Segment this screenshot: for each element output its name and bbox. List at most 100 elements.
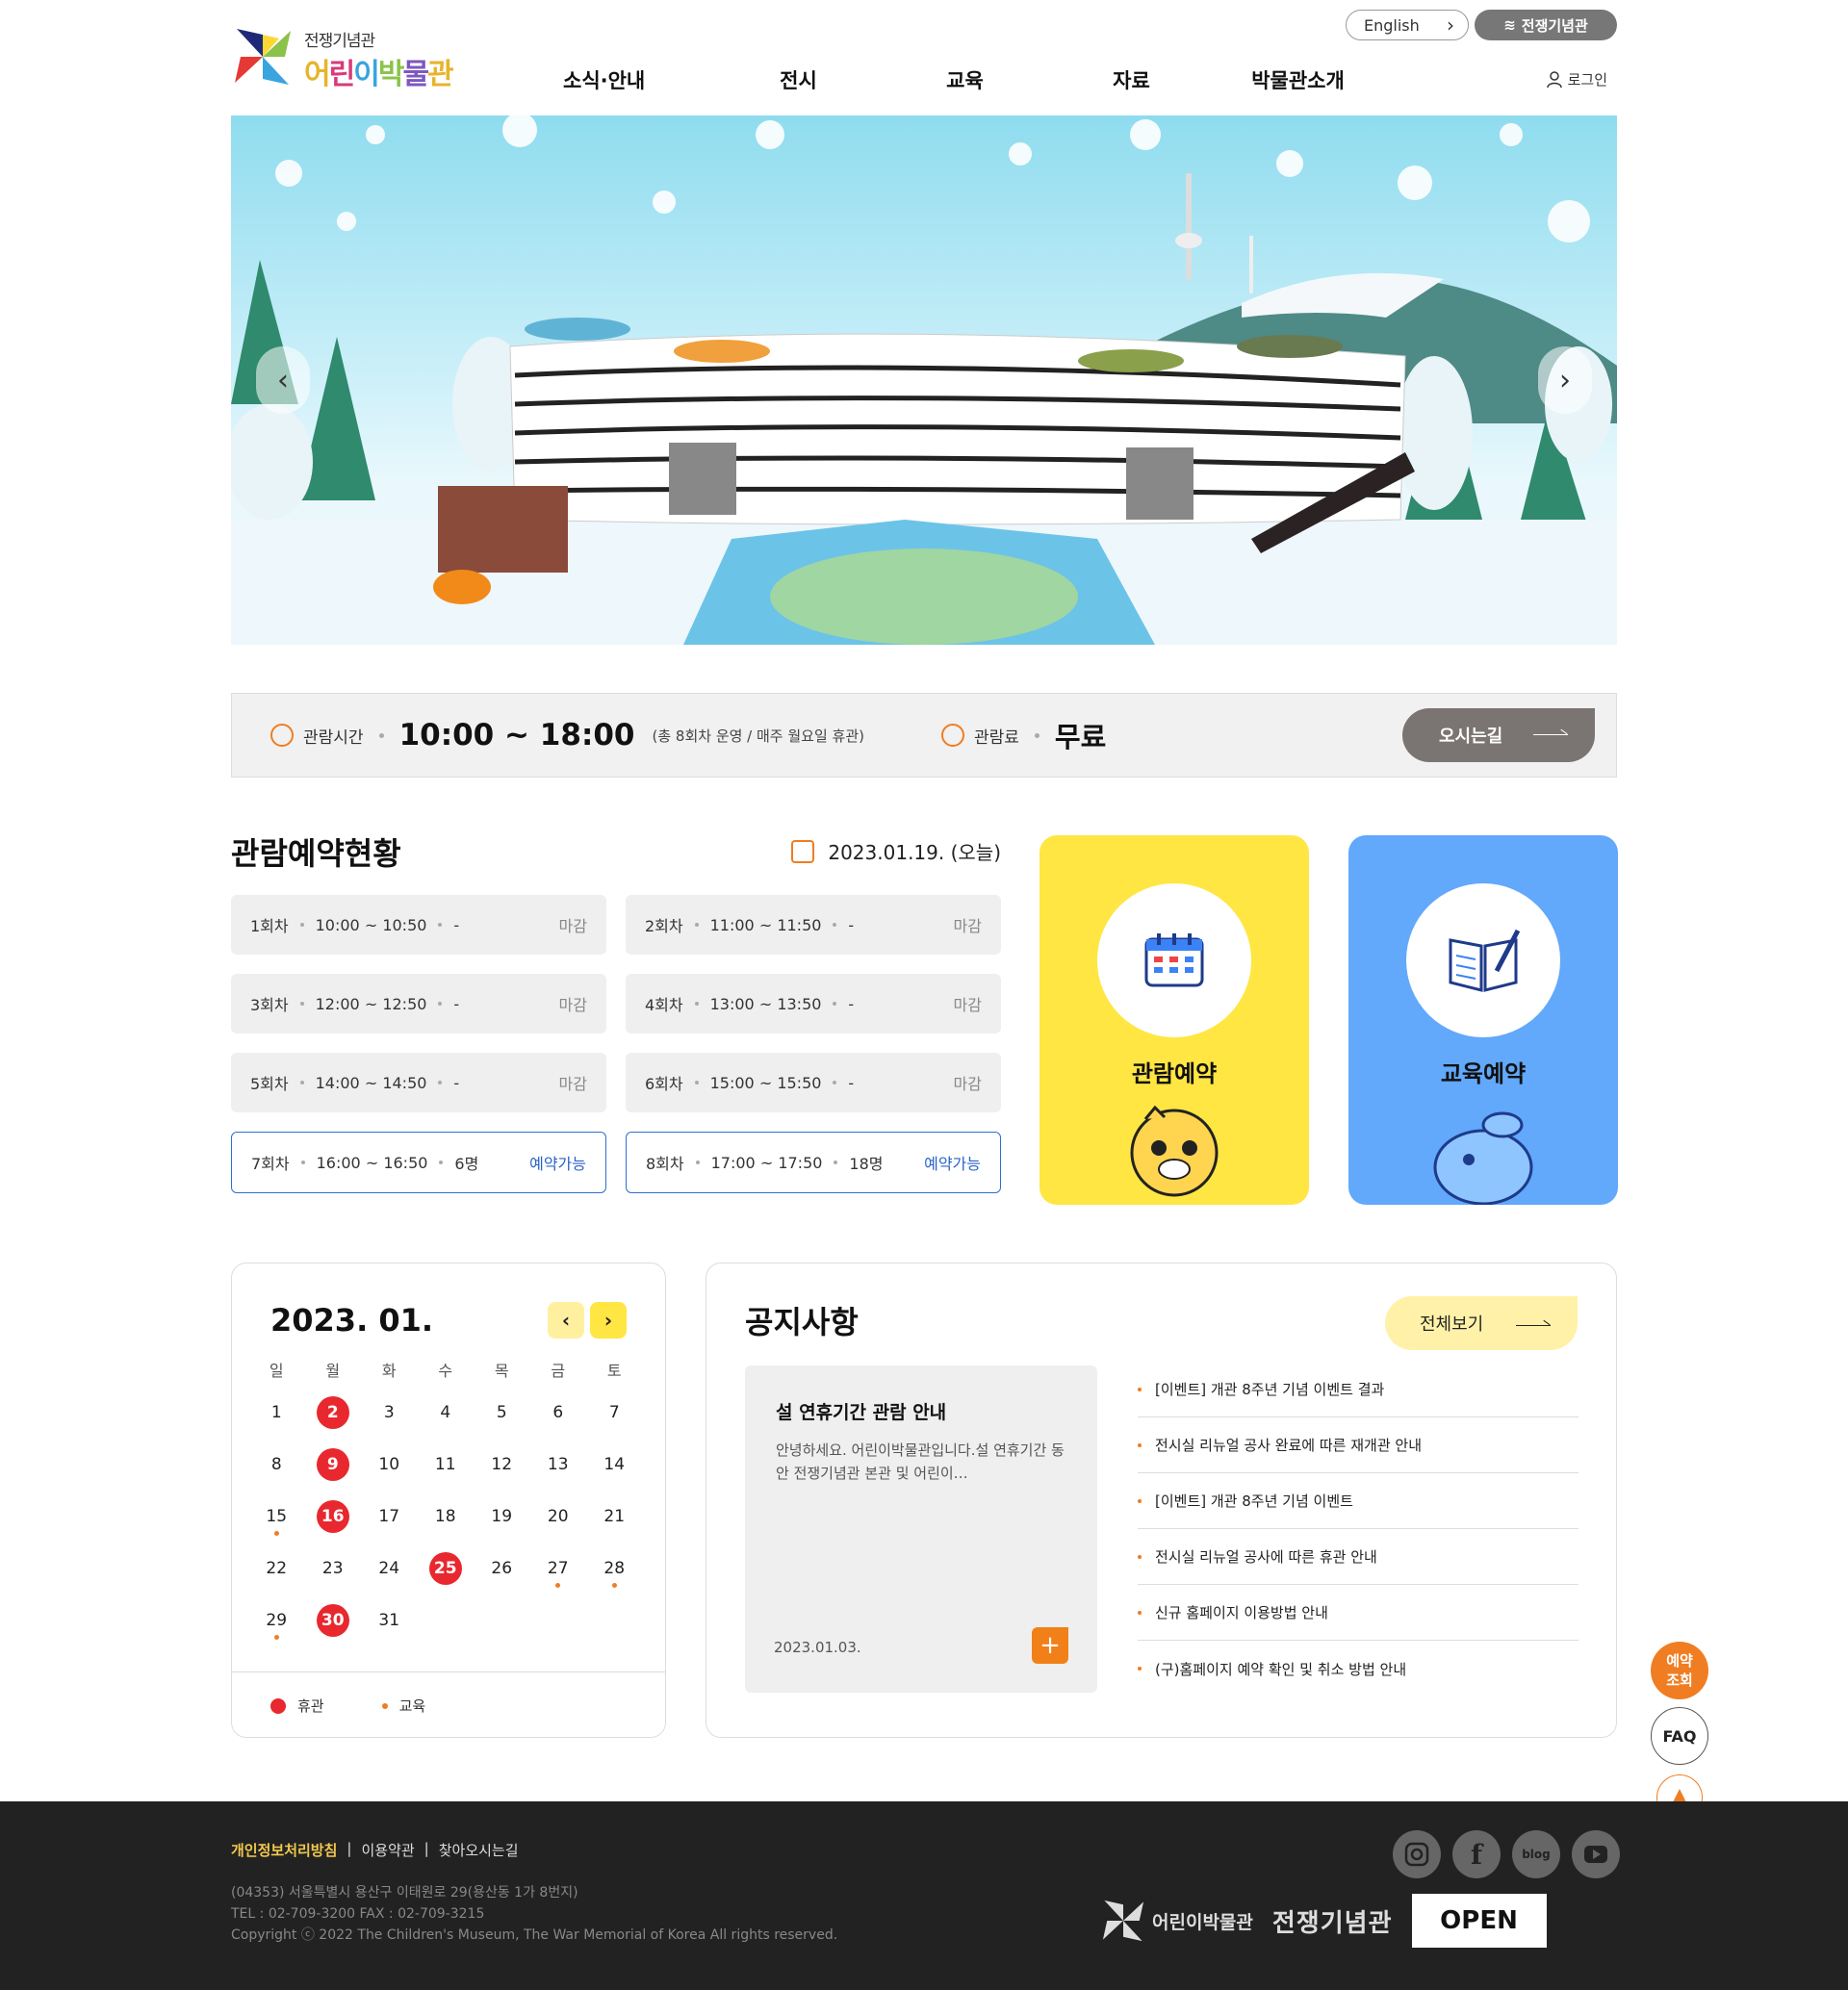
calendar-day[interactable]: 5 <box>474 1396 530 1448</box>
day-number: 4 <box>440 1403 451 1422</box>
notice-item[interactable]: [이벤트] 개관 8주년 기념 이벤트 <box>1138 1473 1578 1529</box>
slot-time: 16:00 ~ 16:50 <box>316 1153 428 1172</box>
calendar-day[interactable]: 6 <box>530 1396 587 1448</box>
youtube-icon[interactable] <box>1572 1830 1620 1878</box>
day-number: 6 <box>552 1403 564 1422</box>
calendar-next-button[interactable]: › <box>590 1302 627 1339</box>
day-number: 24 <box>378 1559 400 1578</box>
hero-next-button[interactable]: › <box>1538 346 1592 414</box>
hero-prev-button[interactable]: ‹ <box>256 346 310 414</box>
calendar-day[interactable]: 13 <box>530 1448 587 1500</box>
privacy-policy-link[interactable]: 개인정보처리방침 <box>231 1840 337 1860</box>
notice-item-title: 신규 홈페이지 이용방법 안내 <box>1155 1604 1328 1621</box>
notice-item[interactable]: 신규 홈페이지 이용방법 안내 <box>1138 1585 1578 1641</box>
calendar-day[interactable]: 29 <box>248 1604 305 1656</box>
slot-round: 6회차 <box>645 1075 683 1093</box>
war-memorial-button[interactable]: ≋ 전쟁기념관 <box>1475 10 1617 40</box>
calendar-day[interactable]: 24 <box>361 1552 418 1604</box>
notice-item[interactable]: (구)홈페이지 예약 확인 및 취소 방법 안내 <box>1138 1641 1578 1697</box>
calendar-day[interactable]: 12 <box>474 1448 530 1500</box>
war-memorial-logo[interactable]: 전쟁기념관 <box>1272 1903 1393 1939</box>
nav-item-exhibition[interactable]: 전시 <box>715 65 882 94</box>
calendar-day[interactable]: 4 <box>418 1396 475 1448</box>
calendar-day[interactable]: 15 <box>248 1500 305 1552</box>
notice-item[interactable]: [이벤트] 개관 8주년 기념 이벤트 결과 <box>1138 1362 1578 1417</box>
calendar-day[interactable]: 1 <box>248 1396 305 1448</box>
notice-item[interactable]: 전시실 리뉴얼 공사 완료에 따른 재개관 안내 <box>1138 1417 1578 1473</box>
instagram-icon[interactable] <box>1393 1830 1441 1878</box>
nav-item-about[interactable]: 박물관소개 <box>1215 65 1381 94</box>
english-button[interactable]: English <box>1346 10 1469 40</box>
day-number: 13 <box>547 1455 569 1474</box>
calendar-day[interactable]: 21 <box>586 1500 643 1552</box>
calendar-day[interactable]: 3 <box>361 1396 418 1448</box>
visit-reservation-card[interactable]: 관람예약 <box>1040 835 1309 1205</box>
calendar-day[interactable]: 9 <box>305 1448 362 1500</box>
calendar-day[interactable]: 30 <box>305 1604 362 1656</box>
slot-time: 13:00 ~ 13:50 <box>709 994 822 1013</box>
open-license-logo[interactable]: OPEN <box>1411 1894 1547 1948</box>
legend-education-label: 교육 <box>398 1697 426 1715</box>
site-logo[interactable]: 전쟁기념관 어린이박물관 <box>231 25 454 92</box>
childrens-museum-logo[interactable]: 어린이박물관 <box>1100 1898 1253 1944</box>
terms-link[interactable]: 이용약관 <box>361 1840 414 1860</box>
calendar-prev-button[interactable]: ‹ <box>548 1302 584 1339</box>
calendar-week: 29 30 31 <box>248 1604 643 1656</box>
slot-status[interactable]: 예약가능 <box>924 1151 981 1174</box>
calendar-day[interactable]: 26 <box>474 1552 530 1604</box>
calendar-day[interactable]: 8 <box>248 1448 305 1500</box>
calendar-day[interactable]: 20 <box>530 1500 587 1552</box>
view-all-button[interactable]: 전체보기 <box>1385 1296 1578 1350</box>
slot-status: 마감 <box>558 917 587 935</box>
calendar-day[interactable]: 28 <box>586 1552 643 1604</box>
calendar-day[interactable]: 2 <box>305 1396 362 1448</box>
more-button[interactable]: + <box>1032 1627 1068 1664</box>
calendar-day[interactable]: 14 <box>586 1448 643 1500</box>
facebook-icon[interactable]: f <box>1452 1830 1501 1878</box>
day-number: 27 <box>547 1559 569 1578</box>
calendar-day[interactable]: 19 <box>474 1500 530 1552</box>
day-number: 17 <box>378 1507 400 1526</box>
calendar-day[interactable]: 23 <box>305 1552 362 1604</box>
bullet-dot <box>1138 1610 1142 1615</box>
time-slot: 4회차 13:00 ~ 13:50 - 마감 <box>626 974 1001 1033</box>
directions-button[interactable]: 오시는길 <box>1402 708 1595 762</box>
calendar-legend: 휴관 교육 <box>232 1671 665 1739</box>
slot-time: 14:00 ~ 14:50 <box>315 1073 427 1092</box>
faq-button[interactable]: FAQ <box>1651 1707 1708 1765</box>
slot-round: 3회차 <box>250 996 289 1014</box>
nav-item-resources[interactable]: 자료 <box>1048 65 1215 94</box>
calendar-day[interactable]: 7 <box>586 1396 643 1448</box>
slot-time: 11:00 ~ 11:50 <box>709 915 822 934</box>
calendar-week: 22 23 24 25 26 27 28 <box>248 1552 643 1604</box>
footer-links: 개인정보처리방침 | 이용약관 | 찾아오시는길 <box>231 1840 519 1860</box>
calendar-day[interactable]: 10 <box>361 1448 418 1500</box>
time-slot[interactable]: 8회차 17:00 ~ 17:50 18명 예약가능 <box>626 1132 1001 1193</box>
blog-icon[interactable]: blog <box>1512 1830 1560 1878</box>
time-slot[interactable]: 7회차 16:00 ~ 16:50 6명 예약가능 <box>231 1132 606 1193</box>
calendar-day[interactable]: 25 <box>418 1552 475 1604</box>
calendar-day[interactable]: 16 <box>305 1500 362 1552</box>
reservation-check-button[interactable]: 예약 조회 <box>1651 1642 1708 1699</box>
directions-link[interactable]: 찾아오시는길 <box>439 1840 519 1860</box>
login-link[interactable]: 로그인 <box>1546 69 1607 89</box>
calendar-day[interactable]: 22 <box>248 1552 305 1604</box>
calendar-widget: 2023. 01. ‹ › 일 월 화 수 목 금 토 1 2 3 4 5 6 7 8 9 10 11 12 13 14… <box>231 1263 666 1738</box>
calendar-day[interactable]: 18 <box>418 1500 475 1552</box>
featured-notice[interactable]: 설 연휴기간 관람 안내 안녕하세요. 어린이박물관입니다.설 연휴기간 동안 … <box>745 1365 1097 1693</box>
visit-info-bar: 관람시간 10:00 ~ 18:00 (총 8회차 운영 / 매주 월요일 휴관… <box>231 693 1617 778</box>
hours-note: (총 8회차 운영 / 매주 월요일 휴관) <box>652 727 864 745</box>
education-reservation-card[interactable]: 교육예약 <box>1348 835 1618 1205</box>
slot-status[interactable]: 예약가능 <box>529 1151 586 1174</box>
separator-dot <box>439 1161 444 1164</box>
nav-item-education[interactable]: 교육 <box>882 65 1048 94</box>
hero-banner[interactable]: ‹ › <box>231 115 1617 645</box>
calendar-day[interactable]: 31 <box>361 1604 418 1656</box>
nav-item-news[interactable]: 소식·안내 <box>549 65 715 94</box>
calendar-day[interactable]: 27 <box>530 1552 587 1604</box>
footer-copyright: Copyright ⓒ 2022 The Children's Museum, … <box>231 1927 838 1943</box>
user-icon <box>1546 70 1562 88</box>
notice-item[interactable]: 전시실 리뉴얼 공사에 따른 휴관 안내 <box>1138 1529 1578 1585</box>
calendar-day[interactable]: 17 <box>361 1500 418 1552</box>
calendar-day[interactable]: 11 <box>418 1448 475 1500</box>
